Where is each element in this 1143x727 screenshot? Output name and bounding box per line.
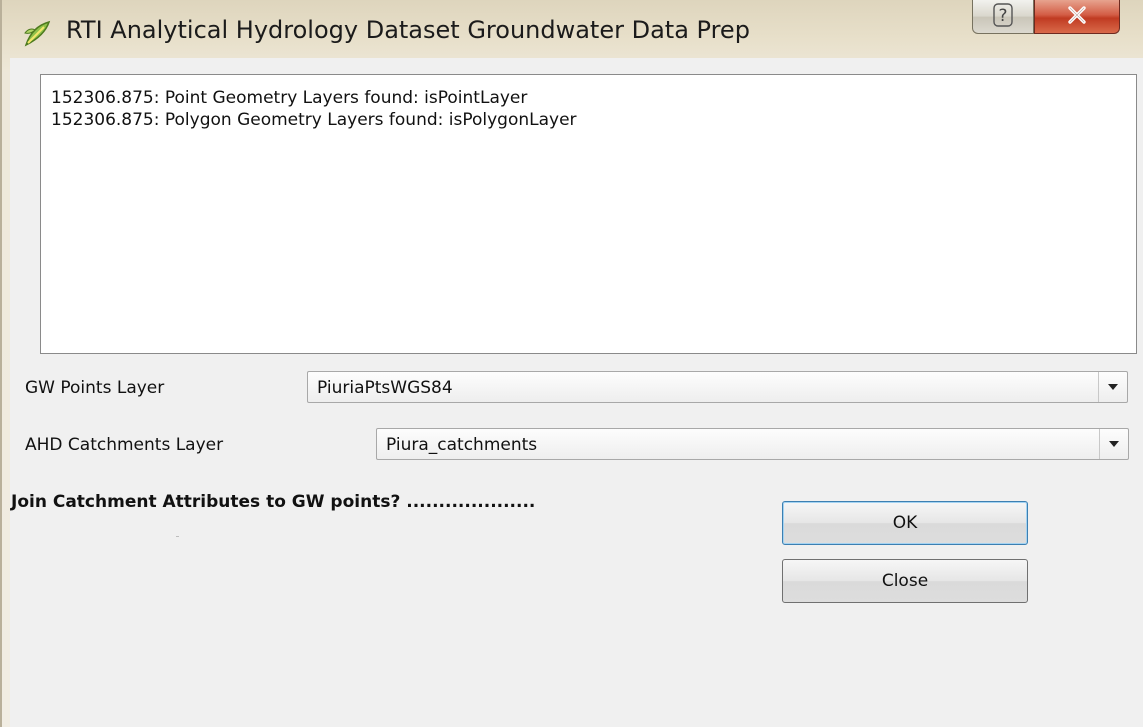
chevron-down-icon[interactable] — [1099, 429, 1128, 459]
ahd-catchments-layer-select[interactable]: Piura_catchments — [376, 428, 1129, 460]
gw-points-layer-select[interactable]: PiuriaPtsWGS84 — [307, 371, 1128, 403]
dialog-body: 152306.875: Point Geometry Layers found:… — [10, 58, 1143, 727]
close-icon — [1065, 5, 1089, 29]
divider — [176, 536, 179, 537]
svg-text:?: ? — [998, 6, 1007, 26]
log-line: 152306.875: Point Geometry Layers found:… — [51, 88, 528, 108]
gw-points-layer-value: PiuriaPtsWGS84 — [317, 378, 453, 398]
chevron-down-icon[interactable] — [1098, 372, 1127, 402]
ahd-catchments-layer-value: Piura_catchments — [386, 435, 538, 455]
log-output[interactable]: 152306.875: Point Geometry Layers found:… — [40, 74, 1137, 354]
question-mark-icon: ? — [992, 2, 1014, 31]
dialog-window: RTI Analytical Hydrology Dataset Groundw… — [0, 0, 1143, 727]
window-close-button[interactable] — [1034, 0, 1120, 34]
title-bar[interactable]: RTI Analytical Hydrology Dataset Groundw… — [2, 0, 1143, 64]
gw-points-label: GW Points Layer — [25, 378, 165, 398]
join-question: Join Catchment Attributes to GW points? … — [11, 492, 536, 512]
ahd-catchments-label: AHD Catchments Layer — [25, 435, 224, 455]
close-button[interactable]: Close — [782, 559, 1028, 603]
ok-button[interactable]: OK — [782, 501, 1028, 545]
help-button[interactable]: ? — [972, 0, 1034, 34]
qgis-icon — [22, 19, 52, 49]
window-title: RTI Analytical Hydrology Dataset Groundw… — [66, 16, 750, 44]
log-line: 152306.875: Polygon Geometry Layers foun… — [51, 110, 577, 130]
